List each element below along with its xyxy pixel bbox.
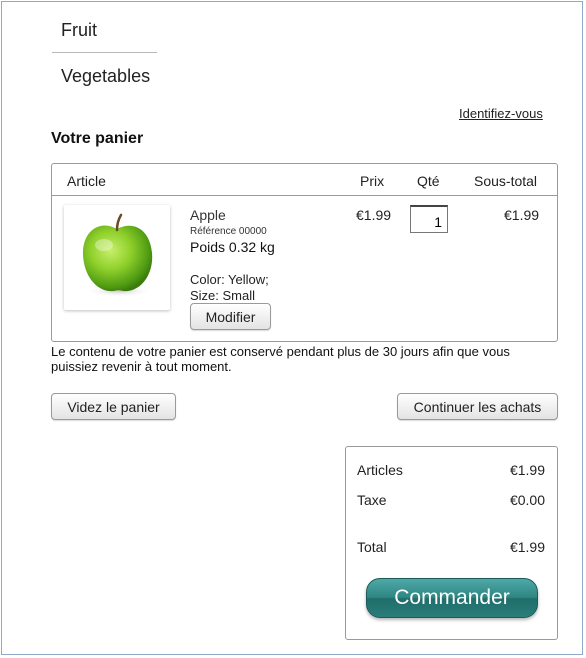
product-weight: Poids 0.32 kg <box>190 239 275 255</box>
cart-table: Article Prix Qté Sous-total Apple Référe… <box>51 163 558 342</box>
product-name[interactable]: Apple <box>190 207 226 223</box>
summary-tax-label: Taxe <box>357 492 387 508</box>
nav-item-vegetables[interactable]: Vegetables <box>52 66 157 94</box>
cart-retention-notice: Le contenu de votre panier est conservé … <box>51 344 510 374</box>
product-size: Size: Small <box>190 288 256 303</box>
header-divider <box>52 195 557 196</box>
header-subtotal: Sous-total <box>474 173 538 189</box>
quantity-input[interactable] <box>410 205 448 233</box>
product-color: Color: Yellow; <box>190 272 269 287</box>
item-price: €1.99 <box>356 207 392 223</box>
header-price: Prix <box>360 173 385 189</box>
cart-title: Votre panier <box>51 130 144 147</box>
modify-button[interactable]: Modifier <box>190 303 271 330</box>
order-summary: Articles €1.99 Taxe €0.00 Total €1.99 Co… <box>345 446 558 640</box>
nav-item-fruit[interactable]: Fruit <box>52 20 157 53</box>
green-apple-photo <box>82 213 153 297</box>
summary-tax-value: €0.00 <box>509 492 545 508</box>
summary-articles-label: Articles <box>357 462 403 478</box>
login-link[interactable]: Identifiez-vous <box>459 106 543 121</box>
checkout-button[interactable]: Commander <box>366 578 538 618</box>
header-article: Article <box>67 173 106 189</box>
summary-total-value: €1.99 <box>509 539 545 555</box>
summary-articles-value: €1.99 <box>509 462 545 478</box>
continue-shopping-button[interactable]: Continuer les achats <box>397 393 558 420</box>
product-reference: Référence 00000 <box>190 226 267 237</box>
product-image[interactable] <box>64 205 170 310</box>
empty-cart-button[interactable]: Videz le panier <box>51 393 176 420</box>
header-qty: Qté <box>417 173 440 189</box>
summary-total-label: Total <box>357 539 387 555</box>
item-subtotal: €1.99 <box>504 207 540 223</box>
